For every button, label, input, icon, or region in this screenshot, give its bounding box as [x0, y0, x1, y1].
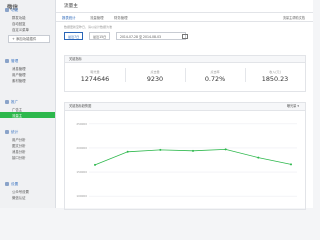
- tab-report[interactable]: 报表统计: [62, 15, 76, 20]
- overview-card: 关键指标 曝光量 1274646 点击量 9230 点击率 0.72% 收入(元…: [64, 55, 306, 92]
- sidebar-section-title: 设置: [11, 181, 19, 186]
- sidebar-section-title: 管理: [11, 58, 19, 63]
- data-point[interactable]: [290, 163, 292, 166]
- sidebar: 微信 功能 群发功能 自动回复 自定义菜单 + 添加功能插件 管理 消息管理 用…: [0, 0, 56, 208]
- trend-title: 关键指标趋势图: [69, 104, 92, 108]
- overview-title: 关键指标: [65, 56, 305, 63]
- y-tick-label: 100000: [76, 194, 87, 198]
- tab-traffic[interactable]: 流量管理: [90, 15, 104, 20]
- settings-icon: [5, 182, 9, 186]
- function-icon: [5, 8, 9, 12]
- metric-revenue: 收入(元) 1850.23: [245, 69, 305, 83]
- metric-value: 1850.23: [261, 75, 289, 83]
- promote-icon: [5, 100, 9, 104]
- metric-dropdown-value: 曝光量: [286, 104, 297, 108]
- sidebar-section-title: 统计: [11, 129, 19, 134]
- last-7-days-button[interactable]: 最近7日: [64, 32, 84, 40]
- metric-clicks: 点击量 9230: [125, 69, 185, 83]
- y-tick-label: 200000: [76, 146, 87, 150]
- sidebar-section-promote: 推广 广告主 流量主: [0, 98, 55, 119]
- sidebar-item-verification[interactable]: 微信认证: [0, 194, 55, 200]
- metric-label: 点击量: [150, 70, 160, 74]
- metric-label: 点击率: [210, 70, 220, 74]
- metric-ctr: 点击率 0.72%: [185, 69, 245, 83]
- sidebar-section-title: 功能: [11, 7, 19, 12]
- metric-value: 9230: [146, 75, 164, 83]
- data-point[interactable]: [94, 163, 96, 166]
- main-content: 数据更新至昨日，请以总计数据为准 最近7日 最近15日 2014-07-28 至…: [56, 22, 313, 210]
- top-bar: 流量主: [56, 0, 313, 13]
- trend-chart-card: 关键指标趋势图 曝光量 ▾ 250000 200000 150000 100000: [64, 102, 306, 210]
- tab-bar: 报表统计 流量管理 财务管理 流量主帮助文档: [56, 13, 313, 22]
- metric-label: 曝光量: [90, 70, 100, 74]
- data-point[interactable]: [257, 156, 260, 159]
- metric-dropdown[interactable]: 曝光量 ▾: [287, 103, 299, 110]
- sidebar-item-custom-menu[interactable]: 自定义菜单: [0, 26, 55, 32]
- sidebar-item-api-analysis[interactable]: 接口分析: [0, 155, 55, 161]
- metric-value: 0.72%: [204, 75, 226, 83]
- sidebar-section-function: 功能 群发功能 自动回复 自定义菜单 + 添加功能插件: [0, 6, 55, 43]
- trend-chart: 250000 200000 150000 100000: [76, 122, 297, 198]
- metric-value: 1274646: [80, 75, 110, 83]
- stats-icon: [5, 130, 9, 134]
- sidebar-section-settings: 设置 公众号设置 微信认证: [0, 180, 55, 200]
- sidebar-item-materials[interactable]: 素材管理: [0, 77, 55, 83]
- manage-icon: [5, 59, 9, 63]
- add-plugin-button[interactable]: + 添加功能插件: [8, 34, 50, 43]
- last-15-days-button[interactable]: 最近15日: [89, 32, 111, 40]
- data-point[interactable]: [159, 148, 162, 151]
- data-point[interactable]: [126, 150, 129, 153]
- sidebar-section-title: 推广: [11, 99, 19, 104]
- sidebar-item-traffic-owner[interactable]: 流量主: [0, 112, 55, 119]
- data-point[interactable]: [224, 148, 227, 151]
- data-point[interactable]: [192, 149, 194, 152]
- notice-text: 数据更新至昨日，请以总计数据为准: [64, 25, 113, 29]
- metric-label: 收入(元): [269, 70, 281, 74]
- page-title: 流量主: [64, 4, 78, 9]
- y-tick-label: 250000: [76, 122, 87, 126]
- y-tick-label: 150000: [76, 170, 87, 174]
- sidebar-section-manage: 管理 消息管理 用户管理 素材管理: [0, 57, 55, 84]
- help-doc-link[interactable]: 流量主帮助文档: [283, 15, 305, 20]
- tab-finance[interactable]: 财务管理: [114, 15, 128, 20]
- metric-impressions: 曝光量 1274646: [65, 69, 125, 83]
- sidebar-section-stats: 统计 用户分析 图文分析 消息分析 接口分析: [0, 128, 55, 161]
- calendar-icon[interactable]: [182, 33, 188, 39]
- date-range-picker[interactable]: 2014-07-28 至 2014-08-03: [116, 32, 186, 40]
